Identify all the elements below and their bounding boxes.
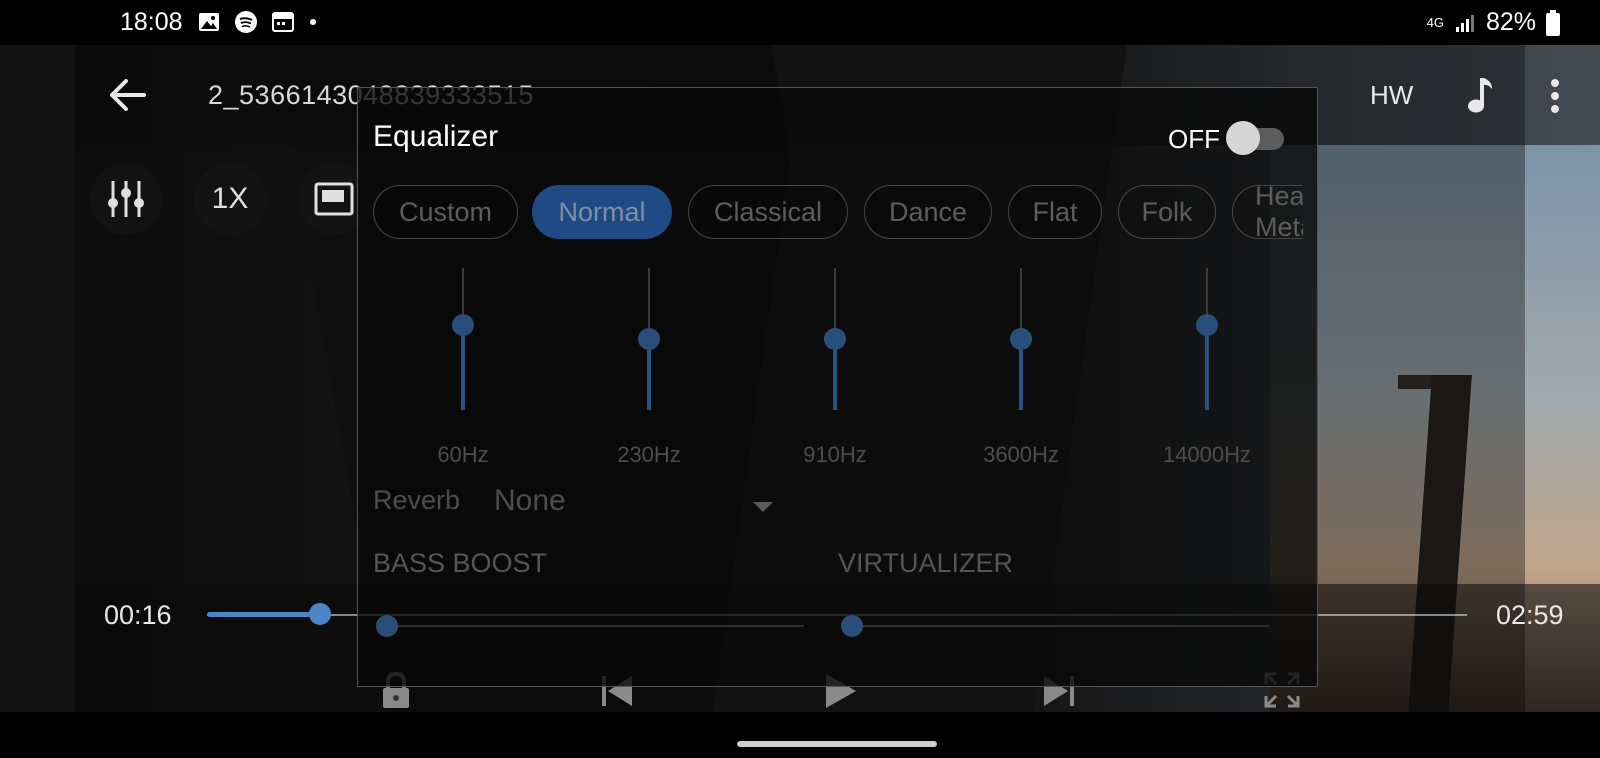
preset-chip[interactable]: Classical xyxy=(688,185,848,239)
eq-band[interactable]: 230Hz xyxy=(589,268,709,468)
gallery-icon xyxy=(199,13,219,31)
preset-list: Custom Normal Classical Dance Flat Folk … xyxy=(373,185,1303,241)
eq-band[interactable]: 910Hz xyxy=(775,268,895,468)
seek-progress xyxy=(207,612,321,617)
eq-band-label: 910Hz xyxy=(803,442,867,467)
dropdown-caret-icon[interactable] xyxy=(753,502,773,512)
reverb-label: Reverb xyxy=(373,485,461,515)
equalizer-toggle[interactable] xyxy=(1226,121,1284,155)
battery-percent: 82% xyxy=(1485,8,1536,36)
signal-icon xyxy=(1455,14,1474,32)
eq-band[interactable]: 14000Hz xyxy=(1147,268,1267,468)
eq-band-thumb[interactable] xyxy=(1196,313,1218,336)
eq-band-label: 14000Hz xyxy=(1162,442,1252,467)
preset-chip[interactable]: Dance xyxy=(864,185,992,239)
calendar-icon xyxy=(272,12,294,32)
preset-chip[interactable]: Custom xyxy=(373,185,518,239)
virtualizer-slider[interactable] xyxy=(843,625,1269,627)
eq-band-thumb[interactable] xyxy=(1010,328,1032,350)
bass-boost-thumb[interactable] xyxy=(376,615,398,637)
more-options-icon[interactable] xyxy=(1550,78,1560,114)
preset-chip[interactable]: Flat xyxy=(1008,185,1102,239)
equalizer-title: Equalizer xyxy=(373,120,499,153)
equalizer-button[interactable] xyxy=(90,163,162,235)
battery-icon xyxy=(1546,9,1560,36)
home-gesture-handle[interactable] xyxy=(737,741,937,747)
preset-chip[interactable]: Folk xyxy=(1118,185,1216,239)
eq-band-fill xyxy=(1205,324,1209,410)
eq-band-label: 60Hz xyxy=(437,442,489,467)
network-label: 4G xyxy=(1426,15,1444,30)
reverb-select[interactable]: None xyxy=(494,484,566,518)
status-time: 18:08 xyxy=(120,8,183,36)
equalizer-dialog: Equalizer OFF Custom Normal Classical Da… xyxy=(357,87,1318,687)
virtualizer-label: VIRTUALIZER xyxy=(838,548,1014,578)
total-time: 02:59 xyxy=(1496,600,1564,630)
preset-chip-selected[interactable]: Normal xyxy=(532,185,672,239)
eq-band-thumb[interactable] xyxy=(824,328,846,350)
eq-band-label: 3600Hz xyxy=(983,442,1059,467)
eq-band-label: 230Hz xyxy=(617,442,681,467)
spotify-icon xyxy=(235,11,257,33)
navigation-bar xyxy=(0,712,1600,758)
virtualizer-thumb[interactable] xyxy=(841,615,863,637)
preset-chip[interactable]: Heavy Metal xyxy=(1232,185,1303,241)
eq-band-fill xyxy=(461,324,465,410)
notification-icons xyxy=(198,10,318,34)
status-right: 4G 82% xyxy=(1427,8,1560,37)
current-time: 00:16 xyxy=(104,600,172,630)
toggle-knob xyxy=(1226,121,1260,155)
playback-speed-button[interactable]: 1X xyxy=(194,163,266,235)
eq-band[interactable]: 60Hz xyxy=(403,268,523,468)
eq-band-thumb[interactable] xyxy=(638,328,660,350)
status-bar: 18:08 4G 82% xyxy=(0,0,1600,45)
equalizer-toggle-label: OFF xyxy=(1168,124,1220,154)
hw-decoder-button[interactable]: HW xyxy=(1370,80,1413,111)
music-note-icon[interactable] xyxy=(1466,75,1496,115)
back-arrow-icon[interactable] xyxy=(108,78,148,112)
equalizer-icon xyxy=(108,181,144,217)
bass-boost-slider[interactable] xyxy=(378,625,804,627)
eq-band-thumb[interactable] xyxy=(452,313,474,336)
bass-boost-label: BASS BOOST xyxy=(373,548,548,578)
eq-band[interactable]: 3600Hz xyxy=(961,268,1081,468)
picture-in-picture-icon xyxy=(314,182,354,216)
dot-icon xyxy=(310,19,316,25)
